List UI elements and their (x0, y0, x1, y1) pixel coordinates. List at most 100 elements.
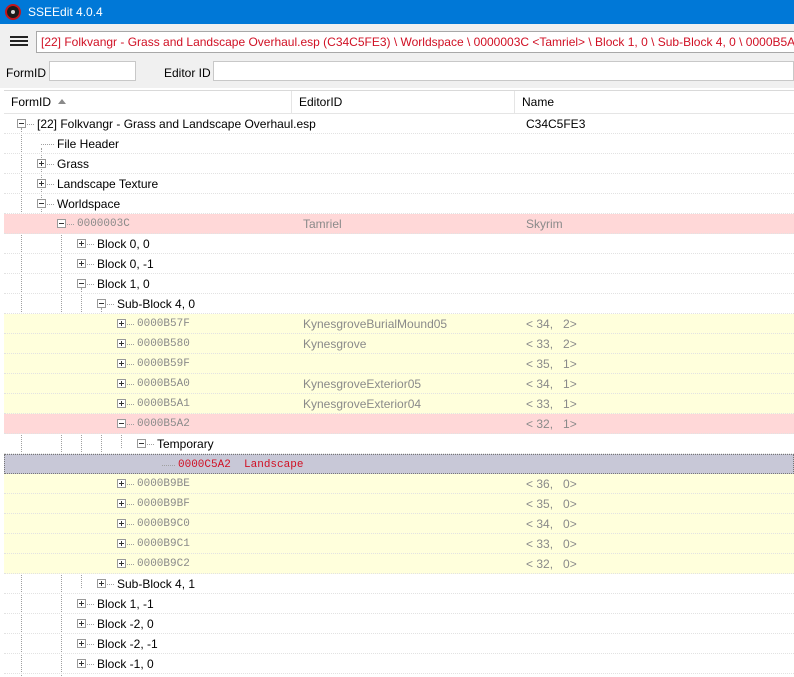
tree-row[interactable]: Block 1, -1 (4, 594, 794, 614)
tree-row[interactable]: Landscape Texture (4, 174, 794, 194)
tree-node-label: 0000B59F (137, 358, 190, 370)
tree-row[interactable]: 0000B580 Kynesgrove < 33, 2> (4, 334, 794, 354)
tree-row[interactable]: Sub-Block 4, 1 (4, 574, 794, 594)
app-icon (5, 4, 21, 20)
column-editorid[interactable]: EditorID (292, 91, 514, 113)
tree-connector (127, 364, 134, 365)
expand-icon[interactable] (77, 599, 86, 608)
formid-filter-input[interactable] (49, 61, 136, 81)
column-name[interactable]: Name (515, 91, 794, 113)
path-bar: [22] Folkvangr - Grass and Landscape Ove… (0, 24, 794, 58)
tree-row[interactable]: Block -2, 0 (4, 614, 794, 634)
expand-icon[interactable] (77, 619, 86, 628)
expand-icon[interactable] (97, 579, 106, 588)
tree-node-label: File Header (57, 137, 120, 151)
tree-row[interactable]: Temporary (4, 434, 794, 454)
editorid-cell: KynesgroveBurialMound05 (303, 317, 448, 331)
name-cell: < 32, 0> (526, 557, 577, 571)
collapse-icon[interactable] (77, 279, 86, 288)
collapse-icon[interactable] (37, 199, 46, 208)
record-path-field[interactable]: [22] Folkvangr - Grass and Landscape Ove… (36, 31, 794, 53)
tree-row[interactable]: 0000B5A1 KynesgroveExterior04 < 33, 1> (4, 394, 794, 414)
tree-row[interactable]: Block -1, 0 (4, 654, 794, 674)
tree-connector (87, 624, 94, 625)
record-tree[interactable]: FormID EditorID Name [22] Folkvangr - Gr… (4, 90, 794, 677)
tree-node-label: Block -2, 0 (97, 617, 154, 631)
column-header: FormID EditorID Name (4, 91, 794, 114)
expand-icon[interactable] (117, 559, 126, 568)
tree-node-label: Block 0, -1 (97, 257, 154, 271)
expand-icon[interactable] (117, 319, 126, 328)
tree-row[interactable]: Block -2, -1 (4, 634, 794, 654)
formid-filter-label: FormID (6, 66, 46, 80)
expand-icon[interactable] (37, 179, 46, 188)
tree-connector (27, 124, 34, 125)
tree-row[interactable]: [22] Folkvangr - Grass and Landscape Ove… (4, 114, 794, 134)
tree-node-label: 0000B9C0 (137, 518, 190, 530)
tree-row[interactable]: Worldspace (4, 194, 794, 214)
tree-row[interactable]: 0000B9BE < 36, 0> (4, 474, 794, 494)
tree-row[interactable]: 0000003C Tamriel Skyrim (4, 214, 794, 234)
tree-row[interactable]: 0000C5A2 Landscape (4, 454, 794, 474)
name-cell: < 34, 0> (526, 517, 577, 531)
tree-row[interactable]: 0000B5A0 KynesgroveExterior05 < 34, 1> (4, 374, 794, 394)
menu-icon[interactable] (10, 36, 28, 47)
collapse-icon[interactable] (57, 219, 66, 228)
expand-icon[interactable] (77, 639, 86, 648)
tree-connector (127, 424, 134, 425)
tree-row[interactable]: Sub-Block 4, 0 (4, 294, 794, 314)
editorid-filter-label: Editor ID (164, 66, 211, 80)
tree-row[interactable]: Block 1, 0 (4, 274, 794, 294)
tree-row[interactable]: 0000B57F KynesgroveBurialMound05 < 34, 2> (4, 314, 794, 334)
expand-icon[interactable] (117, 499, 126, 508)
tree-row[interactable]: 0000B9C0 < 34, 0> (4, 514, 794, 534)
tree-node-label: Block -1, 0 (97, 657, 154, 671)
tree-connector (87, 264, 94, 265)
collapse-icon[interactable] (137, 439, 146, 448)
expand-icon[interactable] (77, 659, 86, 668)
tree-node-label: Landscape Texture (57, 177, 159, 191)
name-cell: < 36, 0> (526, 477, 577, 491)
expand-icon[interactable] (117, 359, 126, 368)
tree-node-label: [22] Folkvangr - Grass and Landscape Ove… (37, 117, 316, 131)
expand-icon[interactable] (77, 259, 86, 268)
expand-icon[interactable] (117, 379, 126, 388)
tree-connector (107, 304, 114, 305)
tree-node-label: Block 0, 0 (97, 237, 150, 251)
editorid-filter-input[interactable] (213, 61, 794, 81)
tree-node-label: 0000C5A2 Landscape (178, 459, 304, 471)
tree-row[interactable]: Block 0, 0 (4, 234, 794, 254)
collapse-icon[interactable] (17, 119, 26, 128)
tree-node-label: 0000003C (77, 218, 130, 230)
tree-row[interactable]: 0000B59F < 35, 1> (4, 354, 794, 374)
collapse-icon[interactable] (97, 299, 106, 308)
tree-row[interactable]: Grass (4, 154, 794, 174)
name-cell: C34C5FE3 (526, 117, 586, 131)
tree-connector (127, 544, 134, 545)
editorid-cell: Tamriel (303, 217, 342, 231)
tree-connector (47, 204, 54, 205)
tree-connector (87, 244, 94, 245)
expand-icon[interactable] (117, 339, 126, 348)
expand-icon[interactable] (117, 479, 126, 488)
name-cell: Skyrim (526, 217, 563, 231)
tree-connector (127, 324, 134, 325)
name-cell: < 34, 1> (526, 377, 577, 391)
tree-row[interactable]: 0000B9BF < 35, 0> (4, 494, 794, 514)
expand-icon[interactable] (117, 539, 126, 548)
expand-icon[interactable] (37, 159, 46, 168)
window-title: SSEEdit 4.0.4 (28, 5, 103, 19)
tree-row[interactable]: 0000B5A2 < 32, 1> (4, 414, 794, 434)
tree-row[interactable]: Block 0, -1 (4, 254, 794, 274)
tree-row[interactable]: File Header (4, 134, 794, 154)
tree-node-label: 0000B9C1 (137, 538, 190, 550)
collapse-icon[interactable] (117, 419, 126, 428)
tree-row[interactable]: 0000B9C2 < 32, 0> (4, 554, 794, 574)
expand-icon[interactable] (117, 519, 126, 528)
expand-icon[interactable] (117, 399, 126, 408)
title-bar: SSEEdit 4.0.4 (0, 0, 794, 24)
tree-row[interactable]: 0000B9C1 < 33, 0> (4, 534, 794, 554)
column-formid[interactable]: FormID (4, 91, 291, 113)
editorid-cell: KynesgroveExterior04 (303, 397, 422, 411)
expand-icon[interactable] (77, 239, 86, 248)
